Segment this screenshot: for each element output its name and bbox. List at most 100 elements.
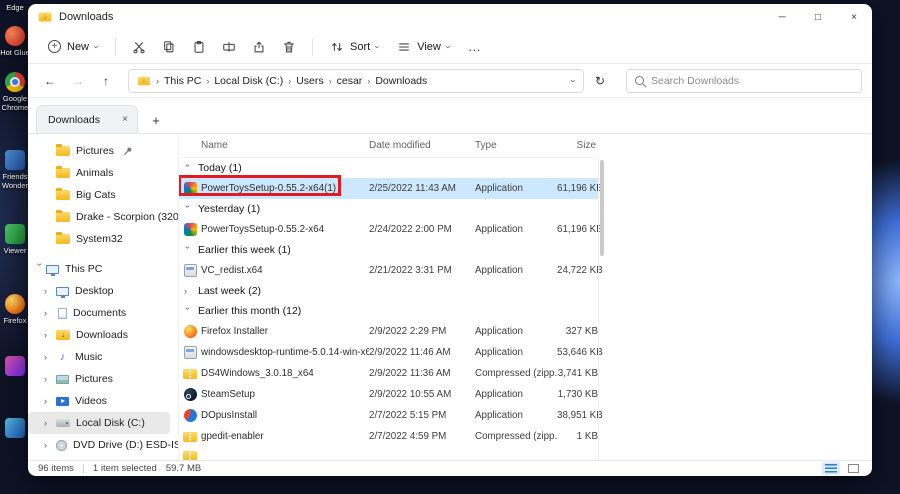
sidebar-item-documents[interactable]: › Documents (28, 302, 178, 324)
selection-size: 59.7 MB (166, 463, 201, 474)
breadcrumb: › This PC › Local Disk (C:) › Users › ce… (128, 69, 584, 93)
file-row-clipped[interactable] (179, 447, 598, 460)
sidebar-item-drake-scorpion[interactable]: Drake - Scorpion (320) (28, 206, 178, 228)
details-view-toggle[interactable] (822, 462, 840, 475)
chevron-down-icon[interactable]: › (35, 263, 45, 275)
divider (28, 250, 178, 258)
address-dropdown-icon[interactable]: › (569, 79, 579, 82)
tab-downloads[interactable]: Downloads × (36, 105, 138, 133)
new-button[interactable]: + New › (40, 35, 106, 58)
group-header-earlier-this-week[interactable]: › Earlier this week (1) (179, 240, 598, 260)
sidebar-item-downloads[interactable]: › Downloads (28, 324, 178, 346)
desktop-icon-chrome[interactable]: Google Chrome (0, 72, 30, 112)
up-button[interactable]: ↑ (94, 69, 118, 93)
copy-button[interactable] (155, 35, 183, 59)
tab-close-icon[interactable]: × (110, 114, 128, 125)
more-options-button[interactable]: … (460, 34, 490, 59)
selection-count: 1 item selected (93, 463, 157, 474)
maximize-button[interactable]: □ (800, 4, 836, 30)
desktop-icon[interactable] (0, 356, 30, 376)
group-header-earlier-this-month[interactable]: › Earlier this month (12) (179, 301, 598, 321)
group-header-today[interactable]: › Today (1) (179, 158, 598, 178)
chevron-right-icon[interactable]: › (44, 396, 56, 406)
sidebar-item-desktop[interactable]: › Desktop (28, 280, 178, 302)
breadcrumb-users[interactable]: Users (296, 75, 323, 87)
file-row-firefox-installer[interactable]: Firefox Installer 2/9/2022 2:29 PM Appli… (179, 321, 598, 342)
sidebar-item-pictures[interactable]: › Pictures (28, 368, 178, 390)
paste-button[interactable] (185, 35, 213, 59)
desktop-icon-edge[interactable]: Edge (0, 3, 30, 12)
sidebar-item-system32[interactable]: System32 (28, 228, 178, 250)
chevron-down-icon: › (183, 164, 193, 172)
title-bar: Downloads ─ □ × (28, 4, 872, 30)
app-icon (5, 150, 25, 170)
folder-icon (56, 190, 70, 200)
file-row-powertoys-setup[interactable]: PowerToysSetup-0.55.2-x64 2/24/2022 2:00… (179, 219, 598, 240)
details-view-icon (825, 464, 837, 473)
file-row-gpedit-enabler[interactable]: gpedit-enabler 2/7/2022 4:59 PM Compress… (179, 426, 598, 447)
chevron-down-icon: › (183, 246, 193, 254)
sort-button[interactable]: Sort › (322, 35, 387, 59)
breadcrumb-downloads[interactable]: Downloads (375, 75, 427, 87)
app-icon (5, 224, 25, 244)
column-header-date-modified[interactable]: Date modified (369, 140, 475, 151)
file-row-vc-redist[interactable]: VC_redist.x64 2/21/2022 3:31 PM Applicat… (179, 260, 598, 281)
view-button[interactable]: View › (389, 35, 458, 59)
sidebar-item-music[interactable]: › ♪ Music (28, 346, 178, 368)
sidebar-item-dvd-drive[interactable]: › DVD Drive (D:) ESD-ISC (28, 434, 178, 456)
chevron-right-icon[interactable]: › (44, 440, 56, 450)
search-box[interactable] (626, 69, 862, 93)
sidebar-item-pictures-pinned[interactable]: Pictures (28, 140, 178, 162)
chevron-right-icon[interactable]: › (44, 374, 56, 384)
file-row-steam-setup[interactable]: SteamSetup 2/9/2022 10:55 AM Application… (179, 384, 598, 405)
sidebar-item-big-cats[interactable]: Big Cats (28, 184, 178, 206)
chevron-right-icon[interactable]: › (44, 286, 56, 296)
column-header-type[interactable]: Type (475, 140, 557, 151)
forward-button[interactable]: → (66, 69, 90, 93)
sort-icon (330, 40, 344, 54)
desktop-icon-label: Friends Wonder (0, 172, 30, 190)
group-header-last-week[interactable]: › Last week (2) (179, 281, 598, 301)
chevron-right-icon[interactable]: › (44, 352, 56, 362)
sidebar-item-animals[interactable]: Animals (28, 162, 178, 184)
desktop-icon-friends-wonder[interactable]: Friends Wonder (0, 150, 30, 190)
refresh-button[interactable]: ↻ (588, 69, 612, 93)
breadcrumb-local-disk[interactable]: Local Disk (C:) (214, 75, 283, 87)
chevron-right-icon[interactable]: › (44, 330, 56, 340)
chevron-right-icon[interactable]: › (44, 308, 56, 318)
file-row-windowsdesktop-runtime[interactable]: windowsdesktop-runtime-5.0.14-win-x64 2/… (179, 342, 598, 363)
share-button[interactable] (245, 35, 273, 59)
vertical-scrollbar[interactable] (600, 160, 604, 256)
chevron-icon: › (156, 76, 159, 86)
sidebar-item-videos[interactable]: › Videos (28, 390, 178, 412)
new-tab-button[interactable]: + (144, 107, 168, 133)
search-input[interactable] (651, 75, 853, 87)
cut-button[interactable] (125, 35, 153, 59)
file-row-powertoys-setup-1[interactable]: PowerToysSetup-0.55.2-x64(1) 2/25/2022 1… (179, 178, 598, 199)
rename-button[interactable] (215, 35, 243, 59)
file-row-ds4windows[interactable]: DS4Windows_3.0.18_x64 2/9/2022 11:36 AM … (179, 363, 598, 384)
desktop-icon[interactable] (0, 418, 30, 438)
chevron-right-icon[interactable]: › (44, 418, 56, 428)
minimize-button[interactable]: ─ (764, 4, 800, 30)
sidebar-item-this-pc[interactable]: › This PC (28, 258, 178, 280)
group-header-yesterday[interactable]: › Yesterday (1) (179, 199, 598, 219)
large-icons-view-toggle[interactable] (844, 462, 862, 475)
file-row-dopus-install[interactable]: DOpusInstall 2/7/2022 5:15 PM Applicatio… (179, 405, 598, 426)
navigation-pane: Pictures Animals Big Cats Drake - Scorpi… (28, 134, 178, 460)
desktop-icon-firefox[interactable]: Firefox (0, 294, 30, 325)
chevron-icon: › (288, 76, 291, 86)
divider (83, 464, 84, 473)
column-header-name[interactable]: Name (201, 140, 369, 151)
delete-button[interactable] (275, 35, 303, 59)
folder-icon (56, 168, 70, 178)
desktop-icon-hot-glue[interactable]: Hot Glue (0, 26, 30, 57)
breadcrumb-user[interactable]: cesar (337, 75, 363, 87)
drive-icon (56, 419, 70, 427)
back-button[interactable]: ← (38, 69, 62, 93)
close-button[interactable]: × (836, 4, 872, 30)
sidebar-item-local-disk-c[interactable]: › Local Disk (C:) (28, 412, 170, 434)
column-header-size[interactable]: Size (557, 140, 598, 151)
desktop-icon-viewer[interactable]: Viewer (0, 224, 30, 255)
breadcrumb-this-pc[interactable]: This PC (164, 75, 201, 87)
